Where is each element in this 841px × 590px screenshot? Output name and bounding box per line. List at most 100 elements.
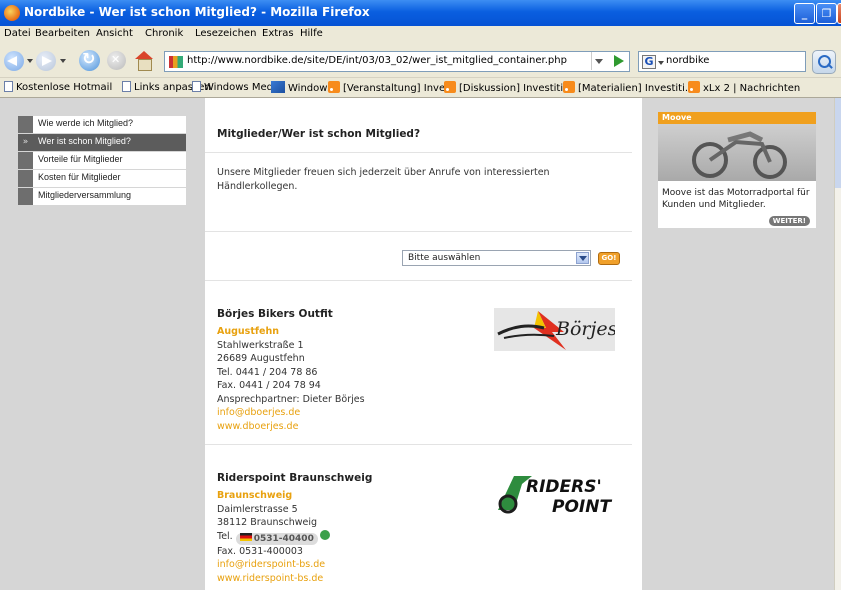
window-titlebar[interactable]: Nordbike - Wer ist schon Mitglied? - Moz… <box>0 0 841 26</box>
site-favicon-icon <box>169 56 183 68</box>
dealer-fax: Fax. 0531-400003 <box>217 545 303 557</box>
call-phone-icon[interactable] <box>319 529 330 540</box>
sidebar-item-wie-werde-ich-mitglied[interactable]: Wie werde ich Mitglied? <box>18 116 186 133</box>
rss-feed-icon <box>444 81 456 93</box>
dealer-web-link[interactable]: www.riderspoint-bs.de <box>217 572 517 586</box>
page-title: Mitglieder/Wer ist schon Mitglied? <box>217 128 421 140</box>
bookmark-label: [Veranstaltung] Inve... <box>343 83 455 94</box>
windows-logo-icon <box>271 81 285 93</box>
back-arrow-icon[interactable] <box>4 51 24 71</box>
rss-feed-icon <box>563 81 575 93</box>
bookmark-xlx2[interactable]: xLx 2 | Nachrichten <box>688 81 800 94</box>
maximize-button[interactable]: ❐ <box>816 3 837 24</box>
dealer-card: Riderspoint Braunschweig Braunschweig Da… <box>217 472 517 585</box>
home-icon[interactable] <box>134 51 154 71</box>
boerjes-logo-text: Börjes <box>555 318 615 340</box>
search-engine-icon[interactable]: G <box>642 55 656 69</box>
url-bar[interactable]: http://www.nordbike.de/site/DE/int/03/03… <box>164 51 630 72</box>
sidebar-item-label: Mitgliederversammlung <box>38 190 132 200</box>
german-flag-icon <box>239 532 252 541</box>
dealer-fax: Fax. 0441 / 204 78 94 <box>217 380 321 391</box>
sidebar-item-mitgliederversammlung[interactable]: Mitgliederversammlung <box>18 188 186 205</box>
dealer-email-link[interactable]: info@dboerjes.de <box>217 406 517 420</box>
go-arrow-icon[interactable] <box>610 52 627 70</box>
dealer-web-link[interactable]: www.dboerjes.de <box>217 420 517 434</box>
dealer-contact: Ansprechpartner: Dieter Börjes <box>217 393 365 405</box>
dealer-street: Daimlerstrasse 5 <box>217 503 298 515</box>
bookmark-diskussion[interactable]: [Diskussion] Investiti... <box>444 81 573 94</box>
dealer-card: Börjes Bikers Outfit Augustfehn Stahlwer… <box>217 308 517 433</box>
sidebar-item-vorteile[interactable]: Vorteile für Mitglieder <box>18 152 186 169</box>
menu-hilfe[interactable]: Hilfe <box>300 28 323 39</box>
bookmark-windows[interactable]: Windows <box>271 81 333 94</box>
sidebar-marker <box>18 152 33 169</box>
menu-chronik[interactable]: Chronik <box>145 28 183 39</box>
forward-history-dropdown-icon[interactable] <box>60 59 66 63</box>
menu-lesezeichen[interactable]: Lesezeichen <box>195 28 256 39</box>
bookmark-veranstaltung[interactable]: [Veranstaltung] Inve... <box>328 81 455 94</box>
menu-bearbeiten[interactable]: Bearbeiten <box>35 28 90 39</box>
search-bar[interactable]: G nordbike <box>638 51 806 72</box>
bookmark-label: xLx 2 | Nachrichten <box>703 83 801 94</box>
page-icon <box>4 81 13 92</box>
search-input[interactable]: nordbike <box>666 55 709 66</box>
bookmark-windows-media[interactable]: Windows Media <box>192 81 282 93</box>
intro-text: Unsere Mitglieder freuen sich jederzeit … <box>217 167 550 192</box>
scrollbar-thumb[interactable] <box>835 98 841 188</box>
sidebar-nav: Wie werde ich Mitglied? » Wer ist schon … <box>18 116 186 206</box>
riderspoint-logo-graphic: RIDERS' POINT <box>498 476 612 517</box>
sidebar-item-label: Kosten für Mitglieder <box>38 172 121 182</box>
bookmark-hotmail[interactable]: Kostenlose Hotmail <box>4 81 112 93</box>
teaser-header: Moove <box>658 112 816 124</box>
minimize-button[interactable]: _ <box>794 3 815 24</box>
riderspoint-logo-line2: POINT <box>552 497 612 517</box>
reload-icon[interactable] <box>79 49 100 71</box>
page-content: Wie werde ich Mitglied? » Wer ist schon … <box>0 98 834 590</box>
chevron-down-icon[interactable] <box>576 252 589 264</box>
menu-extras[interactable]: Extras <box>262 28 294 39</box>
menu-datei[interactable]: Datei <box>4 28 31 39</box>
url-history-dropdown-icon[interactable] <box>591 52 605 70</box>
dealer-tel-number: 0531-40400 <box>253 533 314 544</box>
dealer-tel: Tel. 0441 / 204 78 86 <box>217 366 318 378</box>
page-icon <box>192 81 201 92</box>
stop-icon[interactable] <box>107 51 126 70</box>
phone-number-chip[interactable]: 0531-40400 <box>235 532 318 545</box>
weiter-button[interactable]: WEITER! <box>768 216 810 226</box>
vertical-scrollbar[interactable] <box>834 98 841 590</box>
bookmark-label: Kostenlose Hotmail <box>16 82 113 93</box>
sidebar-marker <box>18 188 33 205</box>
navigation-toolbar: http://www.nordbike.de/site/DE/int/03/03… <box>0 44 841 78</box>
member-select[interactable]: Bitte auswählen <box>402 250 591 266</box>
back-history-dropdown-icon[interactable] <box>27 59 33 63</box>
firefox-icon <box>4 5 20 21</box>
close-button[interactable] <box>837 3 841 24</box>
sidebar-item-label: Wie werde ich Mitglied? <box>38 118 134 128</box>
riderspoint-logo[interactable]: RIDERS' POINT <box>494 470 614 520</box>
moove-teaser[interactable]: Moove Moove ist das Motorradportal für K… <box>658 112 816 228</box>
search-magnifier-icon[interactable] <box>812 50 836 74</box>
bookmark-materialien[interactable]: [Materialien] Investiti... <box>563 81 694 94</box>
motorcycle-illustration <box>692 131 787 179</box>
go-button[interactable]: GO! <box>598 252 620 265</box>
rss-feed-icon <box>328 81 340 93</box>
boerjes-logo[interactable]: Börjes <box>494 308 615 351</box>
dealer-zip-city: 26689 Augustfehn <box>217 353 305 364</box>
dealer-name: Riderspoint Braunschweig <box>217 472 373 484</box>
sidebar-marker <box>18 116 33 133</box>
dealer-name: Börjes Bikers Outfit <box>217 308 333 320</box>
divider <box>205 280 632 281</box>
dealer-tel-row: Tel. 0531-40400 <box>217 529 517 545</box>
divider <box>205 152 632 153</box>
sidebar-item-wer-ist-schon-mitglied[interactable]: » Wer ist schon Mitglied? <box>18 134 186 151</box>
sidebar-item-kosten[interactable]: Kosten für Mitglieder <box>18 170 186 187</box>
motorcycle-image <box>658 124 816 181</box>
dealer-email-link[interactable]: info@riderspoint-bs.de <box>217 558 517 572</box>
menu-ansicht[interactable]: Ansicht <box>96 28 133 39</box>
member-select-value: Bitte auswählen <box>408 253 481 263</box>
url-text[interactable]: http://www.nordbike.de/site/DE/int/03/03… <box>187 55 567 66</box>
bookmark-label: [Materialien] Investiti... <box>578 83 695 94</box>
sidebar-marker <box>18 170 33 187</box>
search-engine-dropdown-icon[interactable] <box>658 61 664 65</box>
forward-arrow-icon[interactable] <box>36 51 56 71</box>
